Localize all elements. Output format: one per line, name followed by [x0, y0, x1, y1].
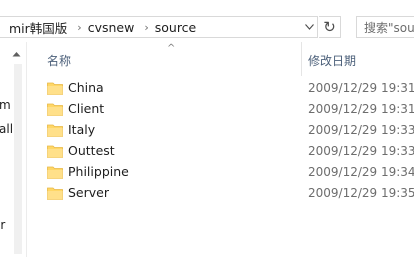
file-name: Server	[68, 185, 109, 200]
list-item[interactable]: Philippine 2009/12/29 19:34	[27, 162, 414, 183]
column-header-date-modified[interactable]: 修改日期	[308, 52, 356, 69]
address-bar[interactable]: mir韩国版 › cvsnew › source	[0, 16, 318, 38]
file-name: China	[68, 80, 104, 95]
breadcrumb-separator-icon[interactable]: ›	[138, 21, 154, 34]
breadcrumb-source[interactable]: source	[155, 20, 201, 35]
list-item[interactable]: China 2009/12/29 19:31	[27, 78, 414, 99]
scroll-up-icon[interactable]	[12, 50, 22, 60]
sort-ascending-icon: ^	[167, 43, 176, 54]
file-list: China 2009/12/29 19:31 Client 2009/12/29…	[27, 78, 414, 204]
file-name: Client	[68, 101, 105, 116]
column-header-name[interactable]: 名称	[47, 52, 71, 69]
navigation-pane: m all er	[0, 42, 27, 257]
address-bar-row: mir韩国版 › cvsnew › source ↻ 搜索"sou	[0, 0, 414, 42]
file-date: 2009/12/29 19:33	[308, 144, 414, 158]
file-date: 2009/12/29 19:33	[308, 123, 414, 137]
file-name: Outtest	[68, 143, 115, 158]
column-divider[interactable]	[301, 42, 302, 76]
list-item[interactable]: Italy 2009/12/29 19:33	[27, 120, 414, 141]
folder-icon	[47, 124, 63, 137]
file-date: 2009/12/29 19:31	[308, 81, 414, 95]
folder-icon	[47, 82, 63, 95]
search-input[interactable]: 搜索"sou	[356, 16, 414, 38]
breadcrumb-cvsnew[interactable]: cvsnew	[88, 20, 139, 35]
list-item[interactable]: Outtest 2009/12/29 19:33	[27, 141, 414, 162]
chevron-down-icon[interactable]	[300, 16, 318, 38]
file-date: 2009/12/29 19:31	[308, 102, 414, 116]
file-explorer-window: mir韩国版 › cvsnew › source ↻ 搜索"sou m all …	[0, 0, 414, 257]
breadcrumb-separator-icon[interactable]: ›	[71, 21, 87, 34]
column-header: ^ 名称 修改日期	[27, 42, 414, 76]
list-item[interactable]: Server 2009/12/29 19:35	[27, 183, 414, 204]
file-name: Philippine	[68, 164, 129, 179]
refresh-icon[interactable]: ↻	[319, 16, 341, 38]
nav-item-partial[interactable]: m	[0, 98, 11, 112]
folder-icon	[47, 103, 63, 116]
folder-icon	[47, 187, 63, 200]
file-name: Italy	[68, 122, 96, 137]
file-date: 2009/12/29 19:34	[308, 165, 414, 179]
folder-icon	[47, 166, 63, 179]
folder-icon	[47, 145, 63, 158]
nav-item-partial[interactable]: all	[0, 122, 13, 136]
file-date: 2009/12/29 19:35	[308, 186, 414, 200]
breadcrumb-mir[interactable]: mir韩国版	[0, 18, 71, 37]
list-item[interactable]: Client 2009/12/29 19:31	[27, 99, 414, 120]
nav-item-partial[interactable]: er	[0, 218, 5, 232]
nav-scrollbar[interactable]	[14, 64, 22, 254]
